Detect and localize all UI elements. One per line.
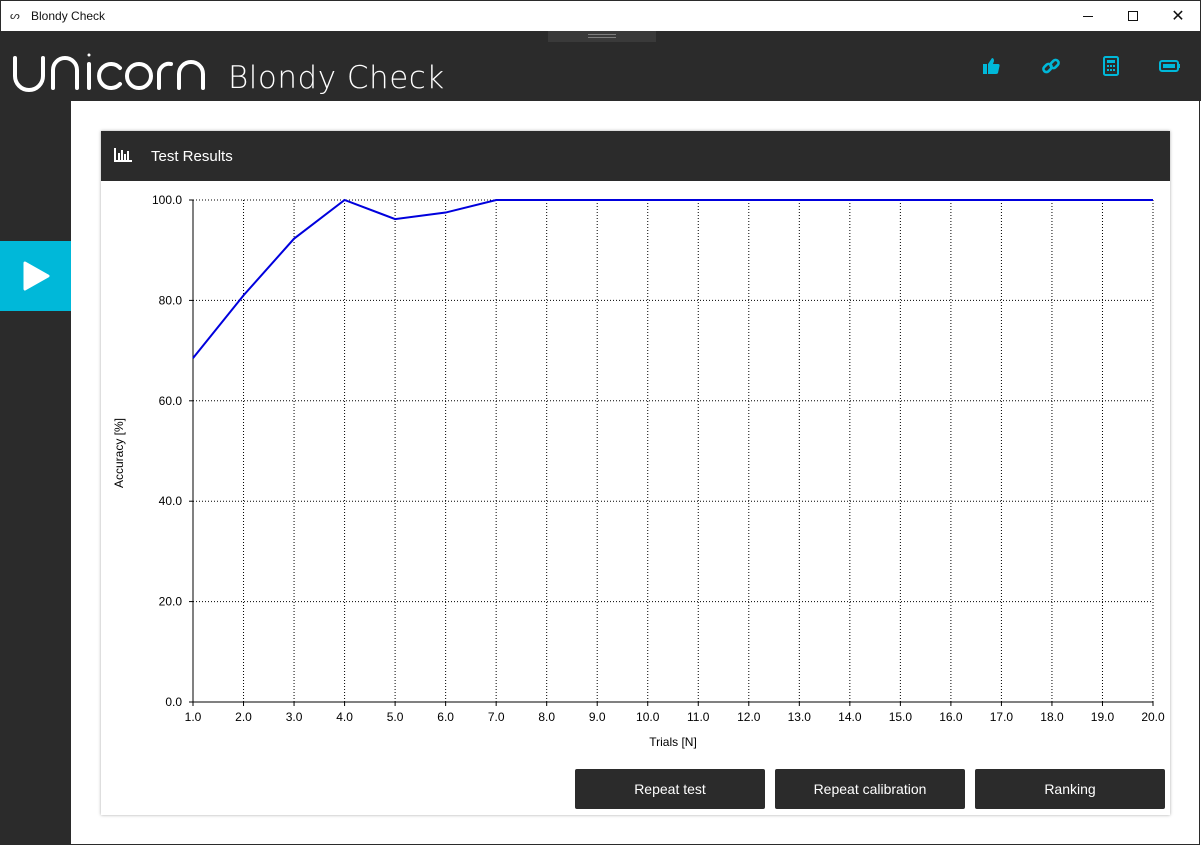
minimize-button[interactable] [1065,1,1111,31]
y-tick-label: 40.0 [159,494,183,508]
bar-chart-icon [114,148,132,162]
x-tick-label: 15.0 [889,710,913,724]
battery-icon[interactable] [1159,55,1181,77]
x-tick-label: 12.0 [737,710,761,724]
x-tick-label: 7.0 [488,710,505,724]
x-tick-label: 14.0 [838,710,862,724]
unicorn-u-icon: ᔕ [10,9,20,22]
y-tick-label: 100.0 [152,193,182,207]
window-titlebar: ᔕ Blondy Check ✕ [0,0,1201,31]
x-tick-label: 20.0 [1141,710,1165,724]
close-icon: ✕ [1171,6,1185,25]
left-nav-rail [0,101,71,845]
x-tick-label: 10.0 [636,710,660,724]
drag-handle[interactable] [548,31,656,42]
y-tick-label: 80.0 [159,293,183,307]
x-tick-label: 4.0 [336,710,353,724]
app-name: Blondy Check [228,60,445,96]
app-header: Blondy Check [0,31,1201,101]
card-header: Test Results [101,131,1170,181]
y-tick-label: 20.0 [159,595,183,609]
minimize-icon [1083,15,1093,17]
y-tick-label: 60.0 [159,394,183,408]
repeat-calibration-button[interactable]: Repeat calibration [775,769,965,809]
repeat-test-button[interactable]: Repeat test [575,769,765,809]
y-tick-label: 0.0 [165,695,182,709]
x-tick-label: 2.0 [235,710,252,724]
x-tick-label: 3.0 [286,710,303,724]
x-axis-label: Trials [N] [649,735,697,749]
thumbs-up-icon[interactable] [980,55,1002,77]
x-tick-label: 9.0 [589,710,606,724]
accuracy-chart: 1.0 2.0 3.0 4.0 5.0 6.0 7.0 8.0 9.0 10.0 11.0 12.0 1… [112,193,1165,749]
maximize-icon [1128,11,1138,21]
x-tick-label: 11.0 [687,710,710,724]
nav-item-play[interactable] [0,241,71,311]
x-tick-label: 13.0 [788,710,812,724]
x-tick-label: 8.0 [538,710,555,724]
maximize-button[interactable] [1110,1,1156,31]
close-button[interactable]: ✕ [1155,1,1201,31]
x-tick-label: 17.0 [990,710,1014,724]
calculator-icon[interactable] [1100,55,1122,77]
ranking-button[interactable]: Ranking [975,769,1165,809]
x-tick-label: 18.0 [1040,710,1064,724]
unicorn-logo [13,53,205,92]
x-tick-label: 19.0 [1091,710,1115,724]
x-tick-label: 16.0 [939,710,963,724]
card-title: Test Results [151,148,233,165]
x-tick-label: 5.0 [387,710,404,724]
x-tick-label: 1.0 [185,710,202,724]
y-axis-label: Accuracy [%] [112,418,126,488]
accuracy-series-line [192,198,1153,359]
link-icon[interactable] [1040,55,1062,77]
window-title: Blondy Check [31,9,106,23]
play-icon [23,261,49,291]
x-tick-label: 6.0 [437,710,454,724]
